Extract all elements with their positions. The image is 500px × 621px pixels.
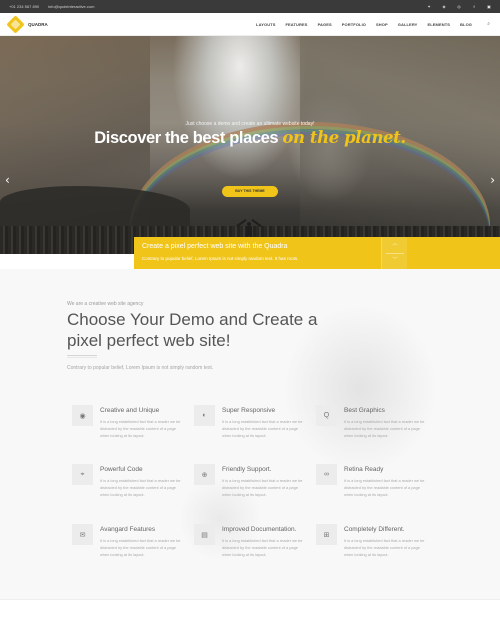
- feature-item: ✉ Avangard Features It is a long establi…: [72, 524, 192, 569]
- nav-item-portfolio[interactable]: PORTFOLIO: [342, 22, 366, 27]
- chevron-up-icon[interactable]: ︿: [382, 240, 408, 247]
- compass-icon: ◐: [194, 405, 215, 426]
- promo-banner: Create a pixel perfect web site with the…: [134, 237, 500, 269]
- nav-item-elements[interactable]: ELEMENTS: [427, 22, 450, 27]
- main-nav: LAYOUTS FEATURES PAGES PORTFOLIO SHOP GA…: [256, 22, 472, 27]
- email-address[interactable]: info@qodeinteractive.com: [48, 4, 94, 9]
- feature-title: Retina Ready: [344, 466, 384, 473]
- nav-item-gallery[interactable]: GALLERY: [398, 22, 418, 27]
- next-section-strip: [0, 599, 500, 621]
- feature-description: It is a long established fact that a rea…: [222, 538, 303, 557]
- feature-description: It is a long established fact that a rea…: [100, 419, 181, 438]
- feature-description: It is a long established fact that a rea…: [344, 538, 425, 557]
- logo[interactable]: QUADRA: [6, 15, 48, 34]
- features-section: We are a creative web site agency Choose…: [0, 269, 500, 599]
- logo-mark-icon: [6, 15, 25, 34]
- logo-text: QUADRA: [28, 22, 48, 27]
- layout-icon: ⊞: [316, 524, 337, 545]
- feature-title: Best Graphics: [344, 407, 385, 414]
- hero-title-main: Discover the best places: [94, 129, 279, 147]
- section-divider: [67, 355, 97, 356]
- hero-title-accent: on the planet.: [282, 128, 406, 147]
- feature-item: ▤ Improved Documentation. It is a long e…: [194, 524, 314, 569]
- lifebuoy-icon: ⊕: [194, 464, 215, 485]
- feature-title: Completely Different.: [344, 526, 405, 533]
- feature-title: Avangard Features: [100, 526, 156, 533]
- feature-item: ◉ Creative and Unique It is a long estab…: [72, 405, 192, 450]
- buy-theme-button[interactable]: BUY THIS THEME: [222, 186, 278, 197]
- feature-description: It is a long established fact that a rea…: [222, 419, 303, 438]
- section-eyebrow: We are a creative web site agency: [67, 301, 144, 307]
- slider-prev-icon[interactable]: ‹: [5, 173, 10, 187]
- feature-item: ◐ Super Responsive It is a long establis…: [194, 405, 314, 450]
- search-icon[interactable]: ⌕: [487, 21, 490, 27]
- feature-title: Friendly Support.: [222, 466, 272, 473]
- nav-item-blog[interactable]: BLOG: [460, 22, 472, 27]
- chat-icon: ✉: [72, 524, 93, 545]
- feature-item: Q Best Graphics It is a long established…: [316, 405, 436, 450]
- hero-slider: Just choose a demo and create an ultimat…: [0, 36, 500, 254]
- search-icon: Q: [316, 405, 337, 426]
- section-divider-secondary: [67, 357, 97, 358]
- feature-title: Improved Documentation.: [222, 526, 297, 533]
- slider-next-icon[interactable]: ›: [490, 173, 495, 187]
- feature-description: It is a long established fact that a rea…: [100, 478, 181, 497]
- contact-info: +01 234 567 890 info@qodeinteractive.com: [9, 4, 94, 9]
- instagram-icon[interactable]: ▣: [486, 3, 492, 9]
- feature-description: It is a long established fact that a rea…: [222, 478, 303, 497]
- hero-subtitle: Just choose a demo and create an ultimat…: [185, 121, 315, 127]
- chevron-down-icon[interactable]: ﹀: [382, 256, 408, 263]
- phone-number[interactable]: +01 234 567 890: [9, 4, 39, 9]
- nav-item-pages[interactable]: PAGES: [318, 22, 332, 27]
- instagram-icon[interactable]: ◎: [456, 3, 462, 9]
- book-icon: ▤: [194, 524, 215, 545]
- feature-title: Super Responsive: [222, 407, 276, 414]
- target-icon: ◉: [72, 405, 93, 426]
- promo-controls: ︿ ﹀: [381, 237, 407, 269]
- promo-title: Create a pixel perfect web site with the…: [142, 243, 288, 250]
- nav-item-shop[interactable]: SHOP: [376, 22, 388, 27]
- feature-description: It is a long established fact that a rea…: [100, 538, 181, 557]
- feature-title: Powerful Code: [100, 466, 143, 473]
- promo-text: Contrary to popular belief, Lorem Ipsum …: [142, 256, 299, 261]
- top-bar: +01 234 567 890 info@qodeinteractive.com…: [0, 0, 500, 13]
- feature-item: ⊕ Friendly Support. It is a long establi…: [194, 464, 314, 509]
- pinterest-icon[interactable]: ◈: [441, 3, 447, 9]
- social-links: ✦ ◈ ◎ f ▣: [426, 3, 492, 9]
- nav-item-layouts[interactable]: LAYOUTS: [256, 22, 275, 27]
- feature-description: It is a long established fact that a rea…: [344, 419, 425, 438]
- feature-item: ⌖ Powerful Code It is a long established…: [72, 464, 192, 509]
- feature-item: ∞ Retina Ready It is a long established …: [316, 464, 436, 509]
- glasses-icon: ∞: [316, 464, 337, 485]
- site-header: QUADRA LAYOUTS FEATURES PAGES PORTFOLIO …: [0, 13, 500, 36]
- twitter-icon[interactable]: ✦: [426, 3, 432, 9]
- nav-item-features[interactable]: FEATURES: [286, 22, 308, 27]
- feature-item: ⊞ Completely Different. It is a long est…: [316, 524, 436, 569]
- feature-title: Creative and Unique: [100, 407, 160, 414]
- section-lead: Contrary to popular belief, Lorem Ipsum …: [67, 365, 214, 371]
- feature-description: It is a long established fact that a rea…: [344, 478, 425, 497]
- promo-divider: [386, 253, 404, 254]
- facebook-icon[interactable]: f: [471, 3, 477, 9]
- section-headline: Choose Your Demo and Create a pixel perf…: [67, 310, 318, 350]
- hero-title: Discover the best places on the planet.: [0, 128, 500, 148]
- cursor-icon: ⌖: [72, 464, 93, 485]
